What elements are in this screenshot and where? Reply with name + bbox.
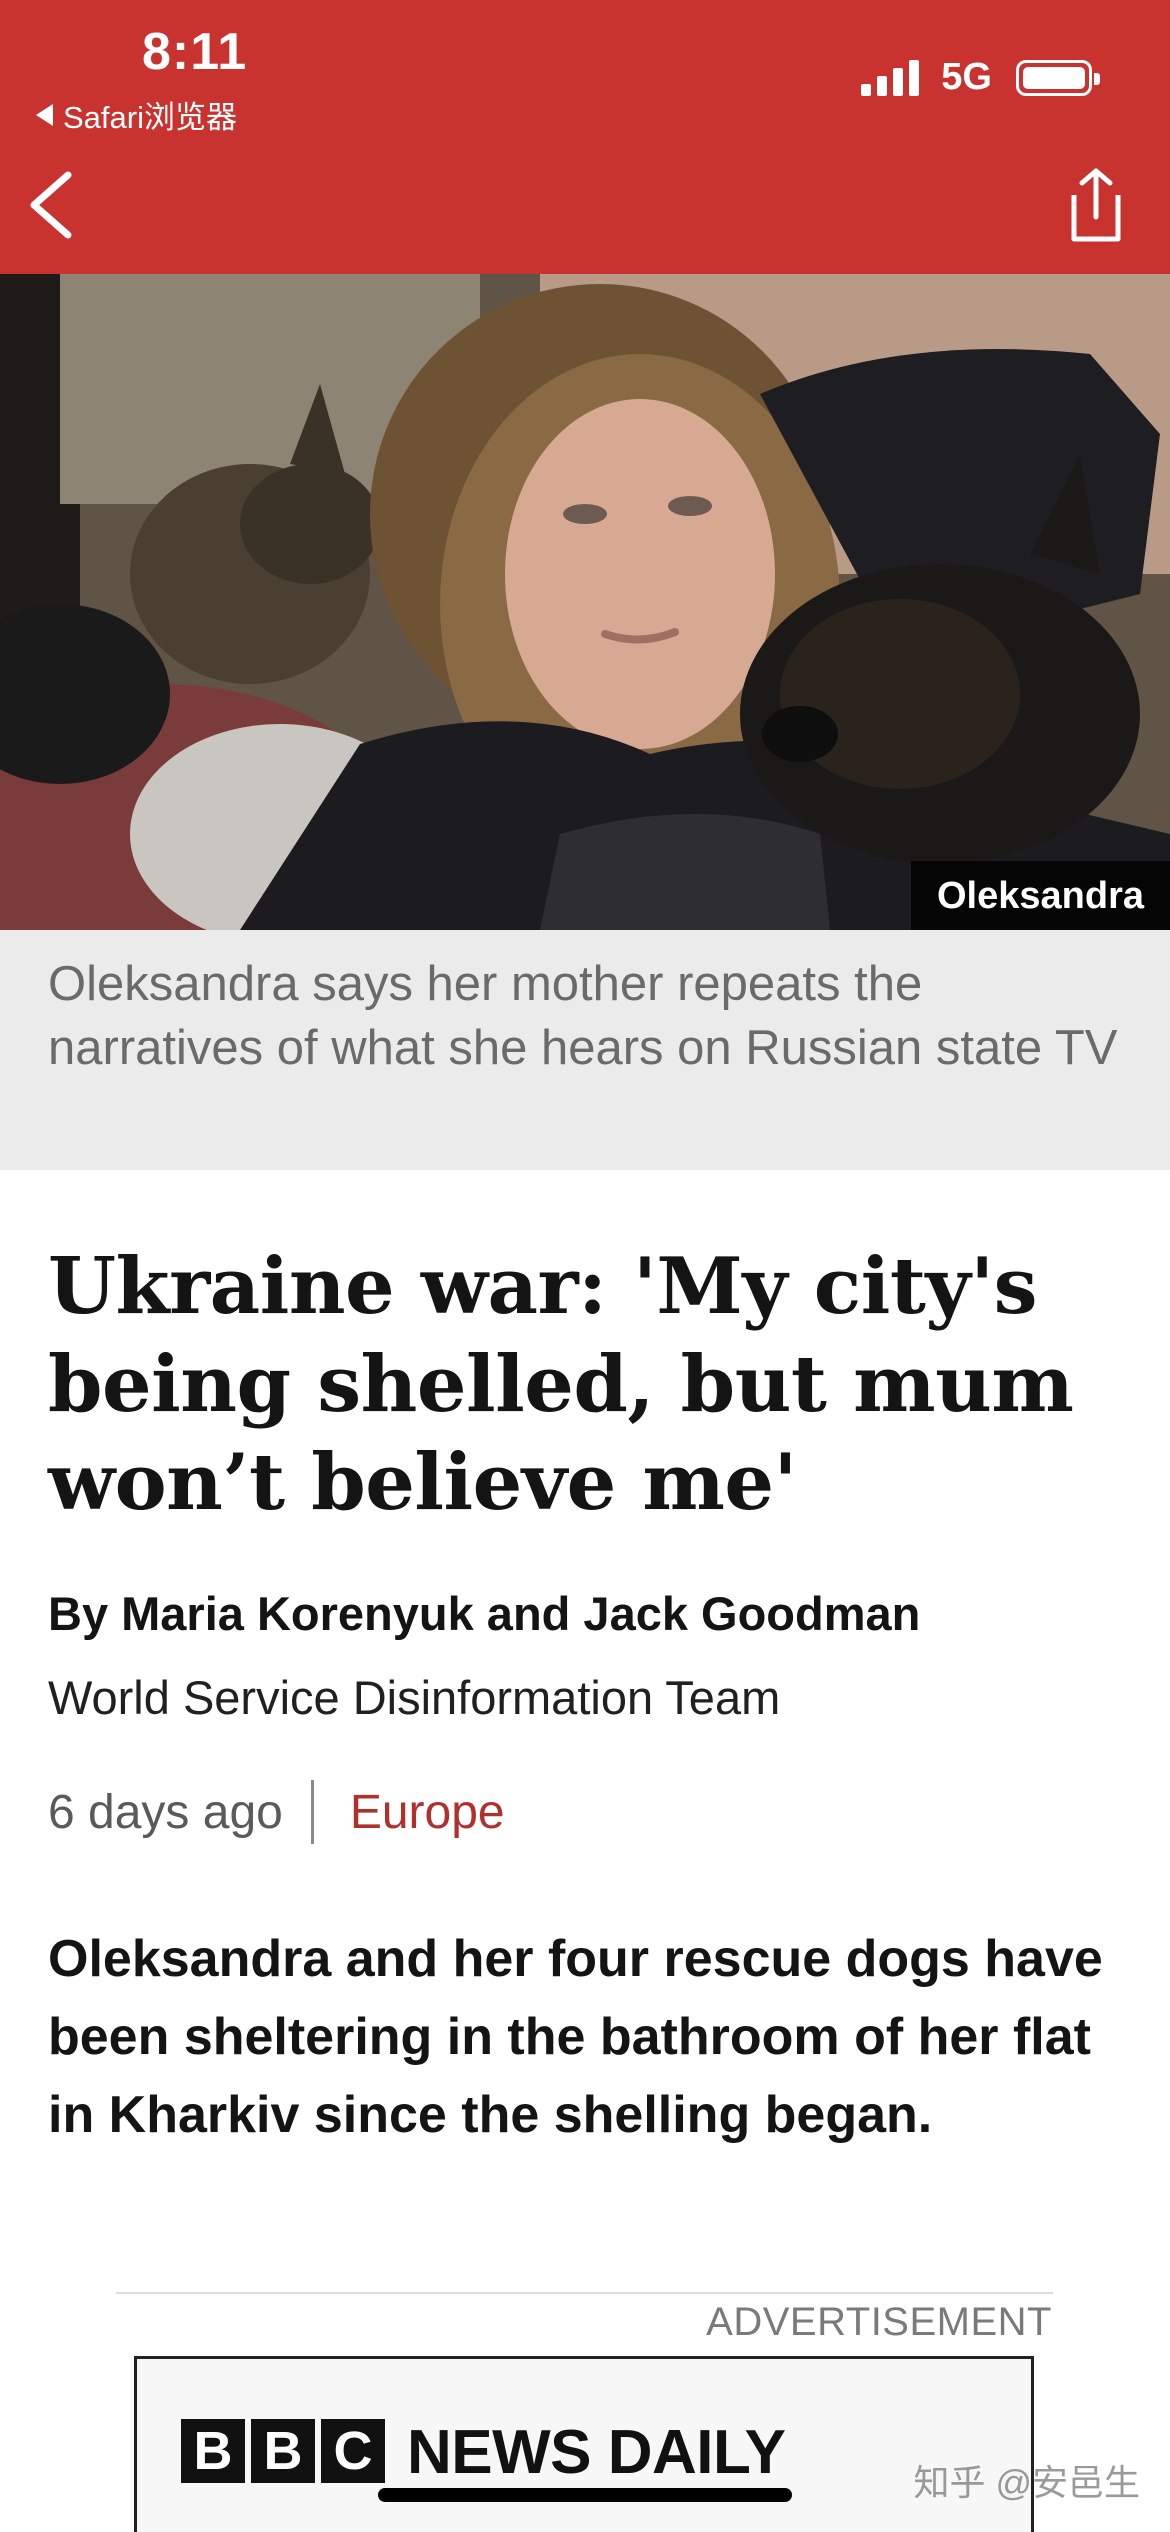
top-bar: 8:11 Safari浏览器 5G (0, 0, 1170, 274)
share-icon (1071, 168, 1121, 242)
network-label: 5G (941, 56, 992, 98)
bbc-logo: B B C (181, 2419, 385, 2483)
image-caption: Oleksandra says her mother repeats the n… (0, 930, 1170, 1170)
ad-divider (116, 2292, 1053, 2294)
bbc-letter: B (181, 2419, 245, 2483)
signal-strength-icon (861, 59, 920, 96)
bbc-letter: C (321, 2419, 385, 2483)
back-button[interactable] (24, 165, 84, 245)
back-app-label: Safari浏览器 (63, 100, 237, 135)
watermark-text: 知乎 @安邑生 (913, 2462, 1140, 2503)
meta-divider (310, 1780, 314, 1844)
article-meta: 6 days ago Europe (48, 1780, 505, 1844)
ad-label: ADVERTISEMENT (706, 2300, 1052, 2344)
share-button[interactable] (1060, 165, 1130, 245)
status-time: 8:11 (142, 23, 248, 81)
back-to-app-link[interactable]: Safari浏览器 (36, 92, 237, 137)
chevron-left-icon (30, 171, 72, 239)
publish-date: 6 days ago (48, 1785, 283, 1839)
bbc-letter: B (251, 2419, 315, 2483)
article-intro: Oleksandra and her four rescue dogs have… (48, 1930, 1103, 2144)
status-indicators: 5G (861, 56, 1100, 99)
author-team: World Service Disinformation Team (48, 1671, 781, 1724)
advertisement-banner[interactable]: B B C NEWS DAILY (134, 2356, 1034, 2532)
article-byline: By Maria Korenyuk and Jack Goodman (48, 1587, 921, 1640)
back-triangle-icon (36, 103, 53, 126)
ad-title: NEWS DAILY (407, 2418, 786, 2487)
image-credit: Oleksandra (911, 861, 1170, 930)
hero-photo (0, 274, 1170, 930)
home-indicator[interactable] (378, 2488, 792, 2502)
battery-icon (1016, 59, 1100, 96)
hero-image: Oleksandra (0, 274, 1170, 930)
article-headline: Ukraine war: 'My city's being shelled, b… (48, 1241, 1074, 1528)
section-link[interactable]: Europe (350, 1785, 505, 1840)
